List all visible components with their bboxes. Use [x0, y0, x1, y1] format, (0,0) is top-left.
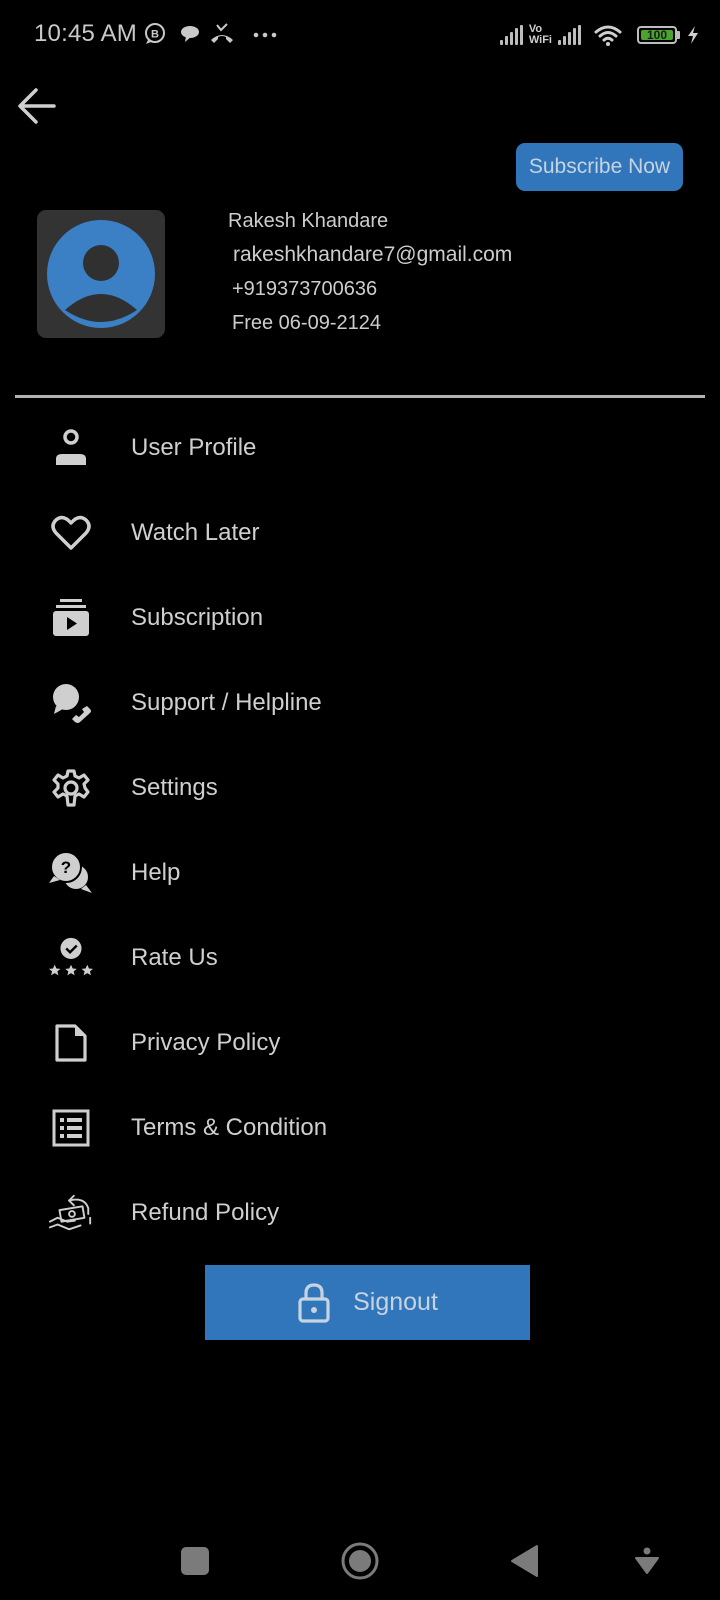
profile-plan: Free 06-09-2124: [232, 312, 381, 334]
business-whatsapp-icon: B: [145, 23, 165, 44]
signout-button[interactable]: Signout: [205, 1265, 530, 1340]
vowifi-line2: WiFi: [528, 34, 552, 46]
support-icon: [48, 680, 94, 726]
back-button[interactable]: [14, 84, 60, 130]
rate-us-icon: [48, 935, 94, 981]
home-circle-icon: [341, 1542, 379, 1580]
divider: [15, 395, 705, 398]
refund-icon: [48, 1190, 94, 1236]
menu-label: Support / Helpline: [131, 688, 322, 716]
menu-item-refund-policy[interactable]: Refund Policy: [0, 1170, 720, 1255]
menu-item-privacy-policy[interactable]: Privacy Policy: [0, 1000, 720, 1085]
document-icon: [48, 1020, 94, 1066]
status-right-group: Vo WiFi 100: [499, 18, 700, 52]
menu-label: Refund Policy: [131, 1198, 280, 1226]
user-avatar-icon: [47, 220, 155, 328]
chat-bubble-icon: [181, 26, 199, 42]
more-dots-icon: [253, 32, 277, 38]
user-profile-icon: [48, 425, 94, 471]
menu-item-subscription[interactable]: Subscription: [0, 575, 720, 660]
subscription-icon: [48, 595, 94, 641]
menu-label: Watch Later: [131, 518, 260, 546]
menu-item-user-profile[interactable]: User Profile: [0, 405, 720, 490]
svg-text:?: ?: [61, 858, 71, 877]
menu-item-rate-us[interactable]: Rate Us: [0, 915, 720, 1000]
profile-phone: +919373700636: [232, 278, 378, 300]
subscribe-now-button[interactable]: Subscribe Now: [516, 143, 683, 191]
back-nav-button[interactable]: [500, 1536, 550, 1586]
menu-label: User Profile: [131, 433, 257, 461]
battery-body: 100: [637, 26, 677, 44]
menu-label: Settings: [131, 773, 218, 801]
cellular-signal-2-icon: [558, 25, 581, 45]
recents-button[interactable]: [170, 1536, 220, 1586]
signout-label: Signout: [353, 1288, 438, 1316]
recents-square-icon: [181, 1547, 209, 1575]
help-chat-icon: ?: [48, 850, 94, 896]
svg-text:B: B: [151, 29, 159, 41]
accessibility-button[interactable]: [622, 1536, 672, 1586]
battery-tip: [677, 31, 680, 39]
list-icon: [48, 1105, 94, 1151]
menu-label: Help: [131, 858, 181, 886]
menu-label: Terms & Condition: [131, 1113, 328, 1141]
heart-icon: [48, 510, 94, 556]
accessibility-icon: [635, 1547, 659, 1574]
menu-item-support-helpline[interactable]: Support / Helpline: [0, 660, 720, 745]
status-time: 10:45 AM: [34, 20, 138, 47]
menu-label: Subscription: [131, 603, 264, 631]
lock-icon: [298, 1282, 330, 1323]
avatar[interactable]: [37, 210, 165, 338]
menu-label: Rate Us: [131, 943, 218, 971]
menu-item-settings[interactable]: Settings: [0, 745, 720, 830]
menu-item-watch-later[interactable]: Watch Later: [0, 490, 720, 575]
charging-bolt-icon: [688, 26, 698, 44]
vowifi-indicator: Vo WiFi: [529, 24, 552, 46]
back-triangle-icon: [511, 1545, 538, 1577]
profile-email: rakeshkhandare7@gmail.com: [233, 243, 513, 266]
menu-item-terms-condition[interactable]: Terms & Condition: [0, 1085, 720, 1170]
cellular-signal-icon: [499, 25, 523, 45]
battery-indicator: 100: [637, 26, 680, 44]
missed-call-icon: [211, 23, 233, 43]
battery-percent: 100: [646, 28, 668, 42]
arrow-left-icon: [18, 88, 56, 124]
profile-name: Rakesh Khandare: [228, 210, 389, 232]
home-button[interactable]: [335, 1536, 385, 1586]
wifi-icon: [594, 25, 622, 46]
menu-label: Privacy Policy: [131, 1028, 281, 1056]
menu-item-help[interactable]: ? Help: [0, 830, 720, 915]
gear-icon: [48, 765, 94, 811]
